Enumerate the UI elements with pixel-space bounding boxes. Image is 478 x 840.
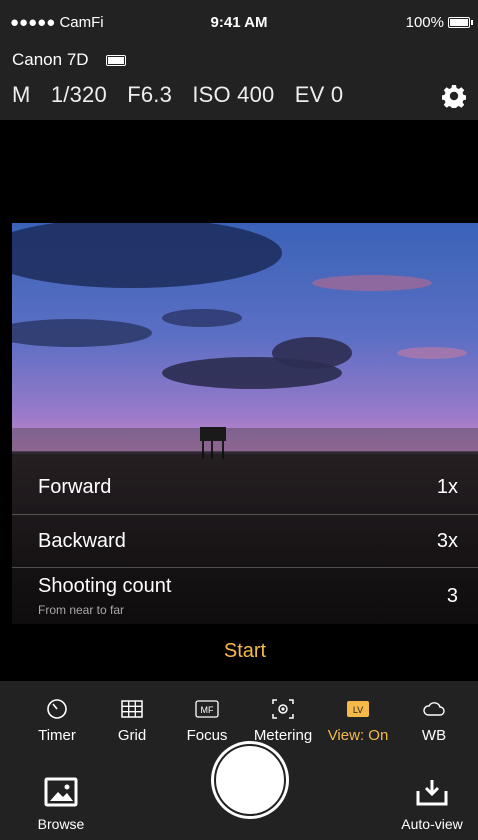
auto-view-label: Auto-view bbox=[401, 816, 463, 832]
timer-button[interactable]: Timer bbox=[17, 697, 97, 744]
live-view-icon: LV bbox=[347, 701, 369, 717]
forward-row[interactable]: Forward 1x bbox=[12, 459, 478, 515]
camera-battery-icon bbox=[106, 55, 126, 66]
metering-icon bbox=[272, 699, 294, 719]
shooting-count-value: 3 bbox=[446, 585, 458, 607]
white-balance-label: WB bbox=[421, 727, 447, 744]
iso-value[interactable]: ISO 400 bbox=[192, 82, 274, 107]
shooting-count-sublabel: From near to far bbox=[38, 603, 125, 617]
live-view-badge: LV bbox=[353, 705, 363, 715]
grid-button[interactable]: Grid bbox=[92, 697, 172, 744]
backward-row[interactable]: Backward 3x bbox=[12, 515, 478, 568]
battery-icon bbox=[448, 17, 470, 28]
timer-icon bbox=[47, 699, 67, 719]
browse-button[interactable]: Browse bbox=[26, 777, 96, 832]
backward-label: Backward bbox=[38, 530, 126, 552]
focus-icon: MF bbox=[195, 700, 219, 718]
grid-label: Grid bbox=[117, 727, 147, 744]
camera-header: Canon 7D M 1/320 F6.3 ISO 400 EV 0 bbox=[0, 44, 478, 120]
start-button[interactable]: Start bbox=[12, 640, 478, 663]
camera-name[interactable]: Canon 7D bbox=[12, 50, 89, 70]
shooting-count-label: Shooting count bbox=[38, 575, 172, 597]
shutter-value[interactable]: 1/320 bbox=[51, 82, 107, 107]
browse-icon bbox=[44, 777, 78, 807]
auto-view-button[interactable]: Auto-view bbox=[392, 777, 472, 832]
grid-icon bbox=[121, 700, 143, 718]
backward-value: 3x bbox=[436, 530, 458, 552]
ev-value[interactable]: EV 0 bbox=[295, 82, 344, 107]
shooting-count-row[interactable]: Shooting count From near to far 3 bbox=[12, 568, 478, 624]
auto-view-icon bbox=[416, 780, 448, 806]
exposure-params: M 1/320 F6.3 ISO 400 EV 0 bbox=[12, 82, 357, 108]
aperture-value[interactable]: F6.3 bbox=[127, 82, 172, 107]
battery-nub bbox=[471, 20, 473, 25]
status-bar: ●●●●● CamFi 9:41 AM 100% bbox=[0, 0, 478, 44]
forward-label: Forward bbox=[38, 476, 112, 498]
gear-icon[interactable] bbox=[442, 84, 466, 108]
focus-label: Focus bbox=[186, 727, 228, 744]
battery-percent: 100% bbox=[405, 14, 444, 31]
live-view-button[interactable]: LV View: On bbox=[318, 697, 398, 744]
focus-badge: MF bbox=[201, 705, 214, 715]
white-balance-icon bbox=[423, 702, 445, 716]
forward-value: 1x bbox=[436, 476, 458, 498]
white-balance-button[interactable]: WB bbox=[394, 697, 474, 744]
timer-label: Timer bbox=[38, 727, 76, 744]
metering-button[interactable]: Metering bbox=[243, 697, 323, 744]
shutter-button[interactable] bbox=[214, 744, 286, 816]
metering-label: Metering bbox=[253, 727, 313, 744]
live-view-label: View: On bbox=[327, 727, 389, 744]
live-view-letterbox bbox=[12, 120, 478, 223]
mode-value[interactable]: M bbox=[12, 82, 31, 107]
start-row: Start bbox=[12, 624, 478, 681]
focus-button[interactable]: MF Focus bbox=[167, 697, 247, 744]
browse-label: Browse bbox=[37, 816, 85, 832]
